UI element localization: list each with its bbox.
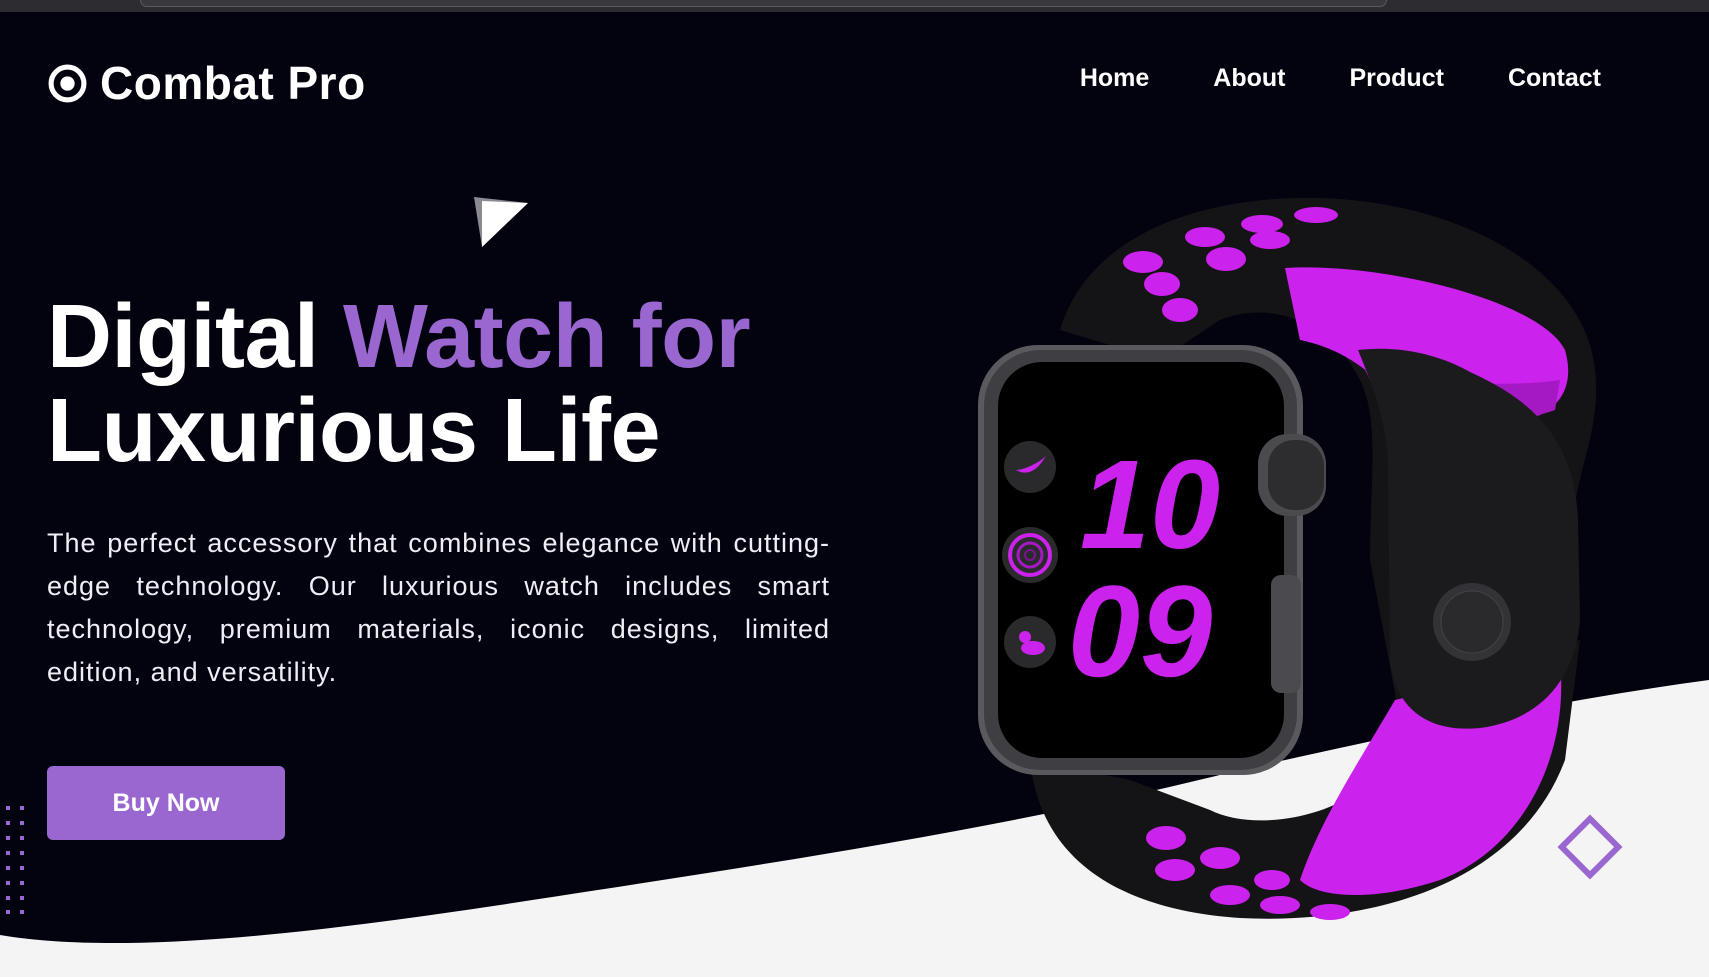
smartwatch-image: 10 09 <box>978 197 1597 920</box>
decorative-triangle-icon <box>474 197 528 247</box>
nav-about[interactable]: About <box>1213 64 1285 93</box>
hero-title-accent: Watch for <box>343 287 751 387</box>
brand-name: Combat Pro <box>100 57 366 109</box>
nav-contact[interactable]: Contact <box>1508 64 1601 93</box>
target-icon <box>48 64 87 102</box>
buy-now-button[interactable]: Buy Now <box>47 766 285 840</box>
hero-description: The perfect accessory that combines eleg… <box>47 528 830 687</box>
hero-title-part1: Digital <box>47 287 344 387</box>
hero-title: Digital Watch for Luxurious Life <box>47 287 751 481</box>
decorative-dots <box>6 806 24 914</box>
nav-product[interactable]: Product <box>1349 64 1443 93</box>
brand-logo[interactable]: Combat Pro <box>47 56 366 110</box>
hero-title-line2: Luxurious Life <box>47 381 661 481</box>
watch-hours: 10 <box>1080 434 1220 575</box>
main-nav: Home About Product Contact <box>1080 64 1601 93</box>
site-header: Combat Pro Home About Product Contact <box>47 48 1669 112</box>
nav-home[interactable]: Home <box>1080 64 1149 93</box>
watch-minutes: 09 <box>1068 558 1213 704</box>
